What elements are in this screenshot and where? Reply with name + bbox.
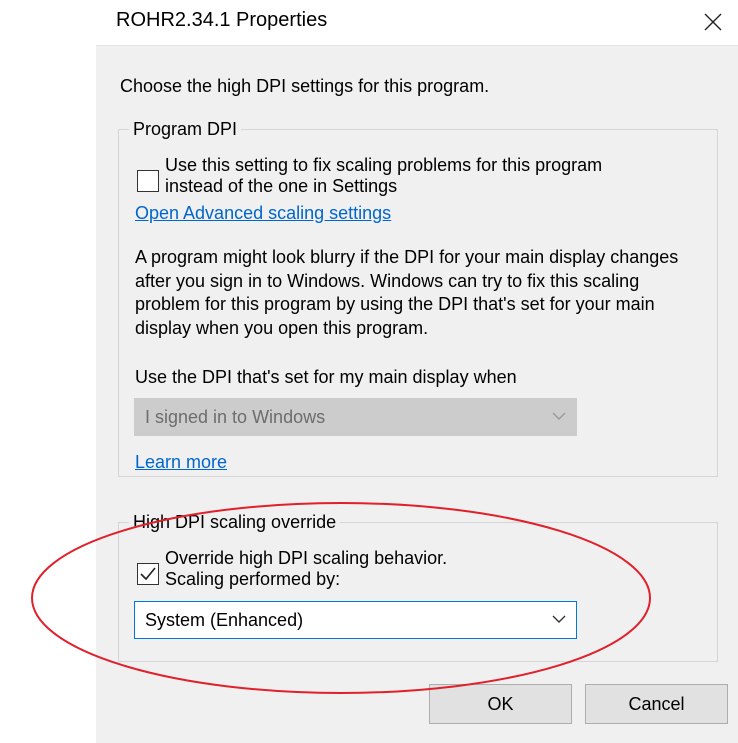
checkmark-icon [140, 567, 156, 581]
open-advanced-scaling-link[interactable]: Open Advanced scaling settings [135, 203, 391, 224]
scaling-performed-by-dropdown[interactable]: System (Enhanced) [134, 601, 577, 639]
intro-text: Choose the high DPI settings for this pr… [120, 76, 490, 96]
fix-scaling-label-line2: instead of the one in Settings [165, 176, 398, 196]
program-dpi-group-label: Program DPI [129, 118, 242, 140]
scaling-override-group-label: High DPI scaling override [129, 511, 341, 533]
scaling-performed-by-value: System (Enhanced) [145, 610, 304, 630]
override-label-line2: Scaling performed by: [165, 569, 341, 589]
scaling-override-group: High DPI scaling override Override high … [118, 511, 718, 662]
close-icon [704, 13, 722, 31]
dpi-timing-dropdown: I signed in to Windows [134, 398, 577, 436]
ok-button[interactable]: OK [429, 684, 572, 724]
learn-more-link[interactable]: Learn more [135, 452, 227, 473]
chevron-down-icon [552, 412, 566, 420]
override-scaling-checkbox[interactable] [137, 563, 159, 585]
override-label-line1: Override high DPI scaling behavior. [165, 548, 448, 568]
override-scaling-checkbox-label[interactable]: Override high DPI scaling behavior. Scal… [165, 548, 447, 590]
chevron-down-icon [552, 615, 566, 623]
cancel-button[interactable]: Cancel [585, 684, 728, 724]
window-title: ROHR2.34.1 Properties [116, 9, 328, 31]
title-bar: ROHR2.34.1 Properties [96, 0, 738, 44]
fix-scaling-checkbox[interactable] [137, 170, 159, 192]
dpi-timing-dropdown-value: I signed in to Windows [145, 407, 326, 427]
close-button[interactable] [688, 0, 738, 44]
blurry-explanation-text: A program might look blurry if the DPI f… [135, 247, 679, 338]
dpi-dropdown-label: Use the DPI that's set for my main displ… [135, 367, 517, 387]
fix-scaling-checkbox-label[interactable]: Use this setting to fix scaling problems… [165, 155, 602, 197]
program-dpi-group: Program DPI Use this setting to fix scal… [118, 118, 718, 477]
dialog-content: Choose the high DPI settings for this pr… [96, 45, 738, 743]
fix-scaling-label-line1: Use this setting to fix scaling problems… [165, 155, 603, 175]
properties-dialog: ROHR2.34.1 Properties Choose the high DP… [96, 0, 738, 743]
